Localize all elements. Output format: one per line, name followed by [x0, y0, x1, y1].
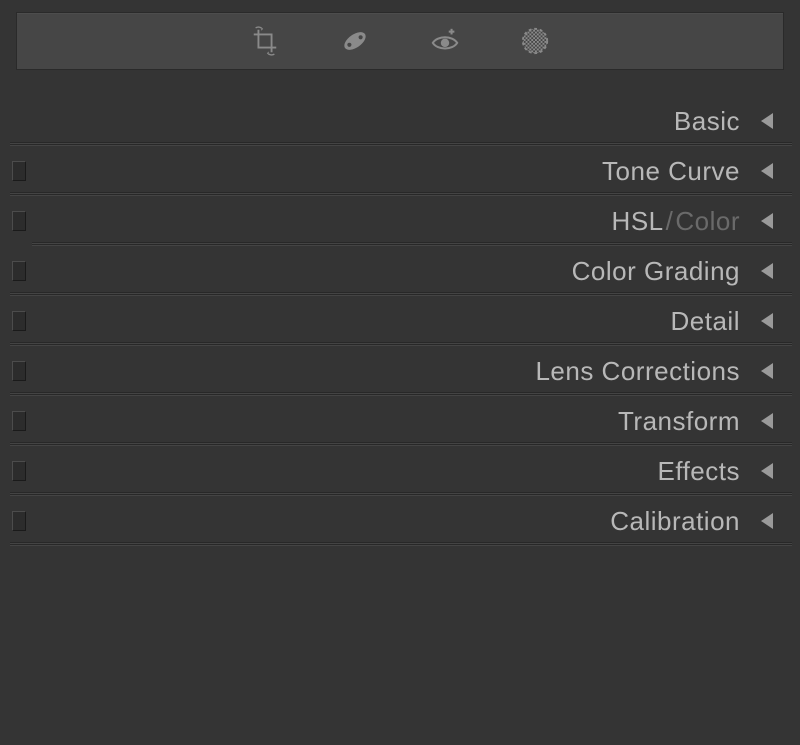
panel-toggle-switch[interactable] [12, 211, 26, 231]
panel-toggle-switch[interactable] [12, 161, 26, 181]
collapse-arrow-icon [758, 511, 776, 531]
panel-toggle-switch[interactable] [12, 511, 26, 531]
panel-color-grading[interactable]: Color Grading [0, 246, 800, 296]
crop-tool-icon[interactable] [248, 24, 282, 58]
panel-transform[interactable]: Transform [0, 396, 800, 446]
collapse-arrow-icon [758, 411, 776, 431]
panel-hsl-label: HSL [612, 206, 664, 236]
panel-color-label: Color [675, 206, 740, 236]
panel-tone-curve-label: Tone Curve [602, 156, 740, 187]
collapse-arrow-icon [758, 361, 776, 381]
panel-color-grading-label: Color Grading [572, 256, 740, 287]
panel-effects-label: Effects [657, 456, 740, 487]
spot-removal-tool-icon[interactable] [338, 24, 372, 58]
panel-toggle-switch[interactable] [12, 261, 26, 281]
panel-hsl-color[interactable]: HSL/Color [0, 196, 800, 246]
develop-toolbar [16, 12, 784, 70]
panel-transform-label: Transform [618, 406, 740, 437]
collapse-arrow-icon [758, 161, 776, 181]
panel-detail[interactable]: Detail [0, 296, 800, 346]
panel-calibration-label: Calibration [610, 506, 740, 537]
panel-effects[interactable]: Effects [0, 446, 800, 496]
panel-calibration[interactable]: Calibration [0, 496, 800, 546]
red-eye-tool-icon[interactable] [428, 24, 462, 58]
panel-tone-curve[interactable]: Tone Curve [0, 146, 800, 196]
panel-basic[interactable]: Basic [0, 96, 800, 146]
collapse-arrow-icon [758, 211, 776, 231]
panel-lens-corrections[interactable]: Lens Corrections [0, 346, 800, 396]
masking-tool-icon[interactable] [518, 24, 552, 58]
develop-panels: Basic Tone Curve HSL/Color Color Grading… [0, 96, 800, 546]
panel-toggle-switch[interactable] [12, 311, 26, 331]
panel-toggle-switch[interactable] [12, 411, 26, 431]
panel-toggle-switch[interactable] [12, 361, 26, 381]
collapse-arrow-icon [758, 261, 776, 281]
panel-toggle-switch[interactable] [12, 461, 26, 481]
collapse-arrow-icon [758, 111, 776, 131]
panel-detail-label: Detail [671, 306, 740, 337]
panel-lens-corrections-label: Lens Corrections [535, 356, 740, 387]
panel-hsl-color-label: HSL/Color [612, 206, 740, 237]
collapse-arrow-icon [758, 461, 776, 481]
panel-basic-label: Basic [674, 106, 740, 137]
collapse-arrow-icon [758, 311, 776, 331]
